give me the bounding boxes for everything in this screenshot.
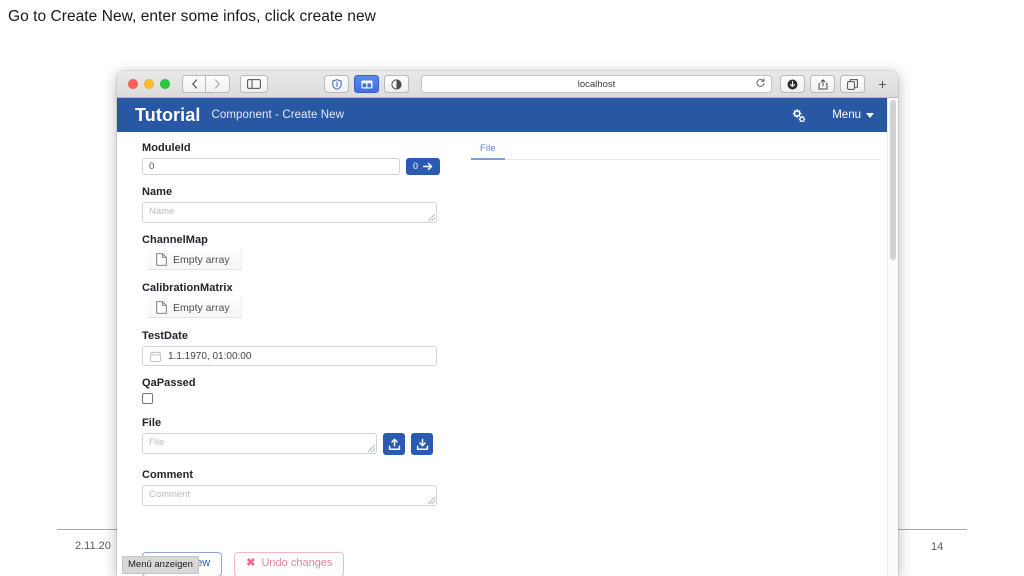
extension-button-group [324, 75, 409, 93]
chevron-down-icon [866, 112, 874, 118]
arrow-right-icon [423, 162, 433, 171]
new-tab-overview-button[interactable] [840, 75, 865, 93]
toolbar-right-group [780, 75, 865, 93]
moduleid-row: 0 0 [142, 158, 447, 175]
menu-label: Menu [832, 109, 861, 121]
reader-contrast-button[interactable] [384, 75, 409, 93]
field-name: Name Name [142, 186, 447, 223]
create-form: ModuleId 0 0 Name Name ChannelMap Empty … [117, 132, 447, 576]
share-icon [818, 78, 827, 89]
minimize-window-button[interactable] [144, 79, 154, 89]
menu-tooltip: Menü anzeigen [122, 556, 199, 574]
share-button[interactable] [810, 75, 835, 93]
reader-contrast-icon [391, 78, 402, 90]
chevron-right-icon [214, 79, 220, 89]
menu-dropdown[interactable]: Menu [832, 109, 874, 121]
field-label-testdate: TestDate [142, 330, 189, 342]
sidebar-icon [247, 79, 261, 89]
shield-extension-button[interactable] [324, 75, 349, 93]
maximize-window-button[interactable] [160, 79, 170, 89]
detail-panel: File [447, 132, 898, 576]
nav-button-group [182, 75, 230, 93]
file-input[interactable]: File [142, 433, 377, 454]
tab-file[interactable]: File [471, 143, 505, 160]
new-tab-button[interactable]: + [873, 75, 892, 94]
field-label-qapassed: QaPassed [142, 377, 196, 389]
download-icon [416, 438, 428, 450]
field-label-calibrationmatrix: CalibrationMatrix [142, 282, 233, 294]
tab-strip: File [471, 140, 880, 160]
page-scrollbar[interactable] [887, 98, 898, 576]
comment-textarea[interactable]: Comment [142, 485, 437, 506]
file-row: File [142, 433, 447, 455]
page-body: ModuleId 0 0 Name Name ChannelMap Empty … [117, 132, 898, 576]
calibrationmatrix-empty-chip[interactable]: Empty array [148, 298, 242, 318]
field-comment: Comment Comment [142, 469, 447, 506]
field-channelmap: ChannelMap Empty array [142, 234, 447, 271]
field-label-channelmap: ChannelMap [142, 234, 208, 246]
reload-icon[interactable] [756, 77, 765, 91]
forward-button[interactable] [206, 75, 230, 93]
calibrationmatrix-empty-label: Empty array [173, 301, 230, 314]
downloads-icon [787, 79, 798, 89]
undo-changes-label: Undo changes [261, 557, 333, 569]
footer-page-number: 14 [931, 541, 944, 553]
moduleid-input[interactable]: 0 [142, 158, 400, 175]
address-bar[interactable]: localhost [421, 75, 772, 93]
undo-changes-button[interactable]: ✖ Undo changes [234, 552, 345, 576]
field-testdate: TestDate 1.1.1970, 01:00:00 [142, 330, 447, 366]
upload-icon [388, 438, 400, 450]
back-button[interactable] [182, 75, 206, 93]
browser-toolbar: localhost + [117, 71, 898, 98]
scrollbar-thumb[interactable] [890, 100, 896, 260]
x-icon: ✖ [246, 556, 256, 569]
field-moduleid: ModuleId 0 0 [142, 142, 447, 175]
field-calibrationmatrix: CalibrationMatrix Empty array [142, 282, 447, 319]
testdate-value: 1.1.1970, 01:00:00 [168, 350, 252, 362]
app-brand: Tutorial [135, 104, 201, 125]
calendar-icon [150, 350, 161, 362]
copy-tabs-icon [847, 78, 858, 90]
downloads-button[interactable] [780, 75, 805, 93]
testdate-input[interactable]: 1.1.1970, 01:00:00 [142, 346, 437, 366]
file-upload-button[interactable] [383, 433, 405, 455]
shield-icon [331, 78, 342, 90]
window-traffic-lights [128, 79, 170, 89]
qapassed-checkbox[interactable] [142, 393, 153, 404]
name-textarea[interactable]: Name [142, 202, 437, 223]
gears-icon[interactable] [790, 108, 806, 122]
web-page-viewport: Tutorial Component - Create New Menu Mod… [117, 98, 898, 576]
tab-overview-button[interactable] [354, 75, 379, 93]
footer-date: 2.11.20 [75, 540, 111, 552]
sidebar-toggle-button[interactable] [240, 75, 268, 93]
tab-overview-icon [361, 80, 372, 88]
browser-window: localhost + Tutorial Component - Create … [117, 71, 898, 576]
slide-canvas: Go to Create New, enter some infos, clic… [0, 0, 1024, 576]
document-icon [156, 253, 167, 266]
close-window-button[interactable] [128, 79, 138, 89]
moduleid-go-button[interactable]: 0 [406, 158, 441, 175]
field-label-file: File [142, 417, 162, 429]
channelmap-empty-label: Empty array [173, 253, 230, 266]
moduleid-go-label: 0 [413, 161, 419, 171]
field-file: File File [142, 417, 447, 455]
chevron-left-icon [191, 79, 197, 89]
slide-title: Go to Create New, enter some infos, clic… [8, 8, 376, 25]
app-subtitle: Component - Create New [211, 109, 345, 121]
field-label-name: Name [142, 186, 173, 198]
field-qapassed: QaPassed [142, 377, 447, 404]
field-label-comment: Comment [142, 469, 194, 481]
document-icon [156, 301, 167, 314]
app-header: Tutorial Component - Create New Menu [117, 98, 898, 132]
url-text: localhost [577, 78, 616, 90]
field-label-moduleid: ModuleId [142, 142, 191, 154]
file-download-button[interactable] [411, 433, 433, 455]
channelmap-empty-chip[interactable]: Empty array [148, 250, 242, 270]
